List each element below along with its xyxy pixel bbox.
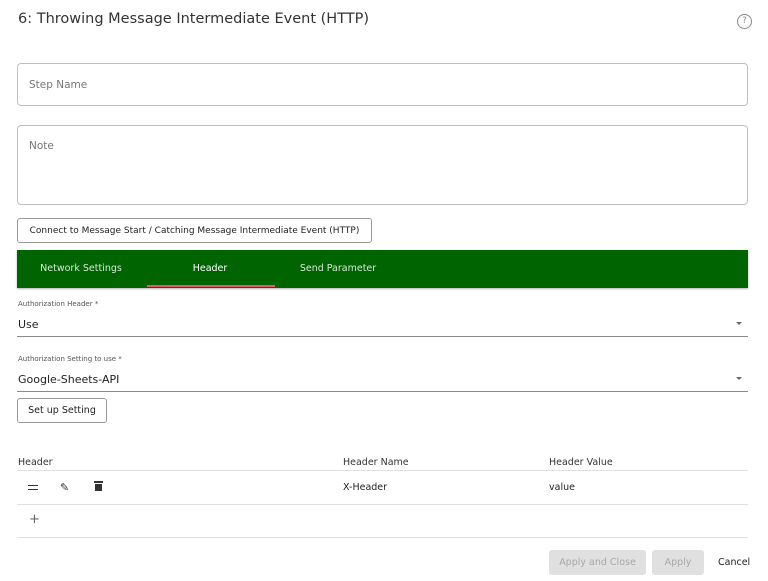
connect-button[interactable]: Connect to Message Start / Catching Mess…	[17, 218, 372, 243]
row-header-value: value	[549, 482, 575, 493]
tab-bar: Network Settings Header Send Parameter	[17, 250, 748, 288]
apply-and-close-button[interactable]: Apply and Close	[549, 550, 646, 575]
column-header-name: Header Name	[343, 457, 409, 468]
column-header: Header	[18, 457, 53, 468]
tab-header[interactable]: Header	[146, 250, 274, 288]
setup-setting-button[interactable]: Set up Setting	[17, 398, 107, 423]
trash-lid	[94, 481, 103, 483]
table-divider	[17, 470, 748, 471]
auth-setting-select[interactable]: Google-Sheets-API	[18, 373, 119, 386]
auth-header-select[interactable]: Use	[18, 318, 39, 331]
delete-icon[interactable]	[94, 481, 103, 491]
step-name-input[interactable]: Step Name	[17, 63, 748, 106]
table-divider	[17, 504, 748, 505]
note-placeholder: Note	[29, 140, 54, 152]
cancel-button[interactable]: Cancel	[718, 557, 750, 568]
apply-button[interactable]: Apply	[652, 550, 704, 575]
step-name-placeholder: Step Name	[29, 79, 88, 91]
chevron-down-icon[interactable]	[736, 377, 742, 380]
auth-setting-label: Authorization Setting to use *	[18, 355, 122, 363]
auth-header-label: Authorization Header *	[18, 300, 99, 308]
note-input[interactable]: Note	[17, 125, 748, 205]
tab-send-parameter[interactable]: Send Parameter	[274, 250, 402, 288]
chevron-down-icon[interactable]	[736, 322, 742, 325]
help-icon[interactable]: ?	[737, 14, 752, 29]
column-header-value: Header Value	[549, 457, 613, 468]
row-header-name: X-Header	[343, 482, 388, 493]
active-tab-indicator	[147, 285, 275, 287]
auth-setting-underline	[17, 391, 748, 392]
auth-header-underline	[17, 336, 748, 337]
trash-body	[95, 484, 102, 491]
dialog-title: 6: Throwing Message Intermediate Event (…	[18, 11, 370, 27]
add-row-icon[interactable]: +	[29, 512, 40, 527]
edit-icon[interactable]: ✎	[60, 481, 69, 494]
table-divider	[17, 537, 748, 538]
drag-handle-icon[interactable]	[28, 485, 38, 490]
tab-network-settings[interactable]: Network Settings	[17, 250, 145, 288]
